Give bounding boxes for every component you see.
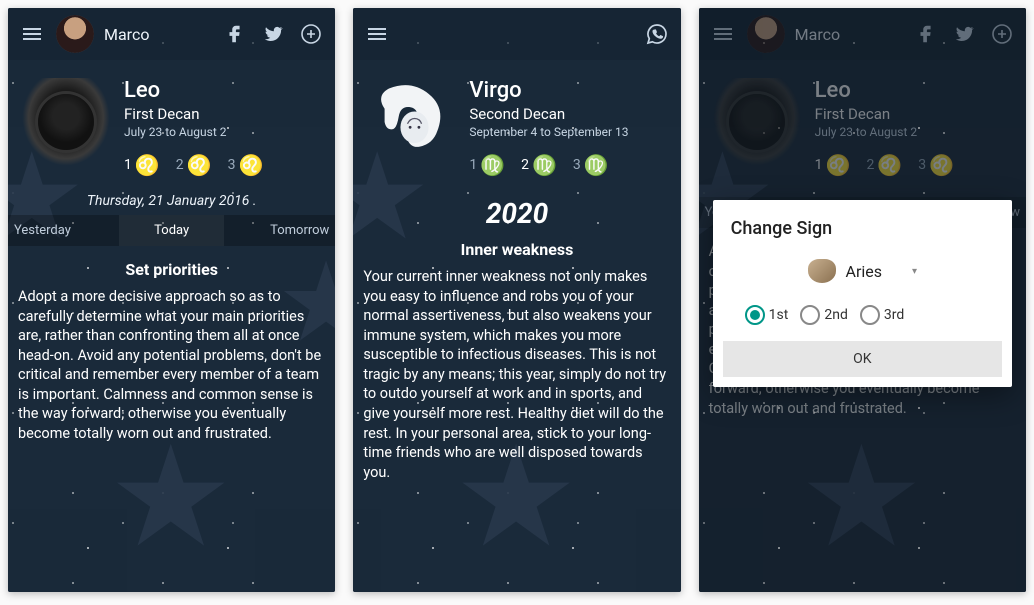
sign-header: Virgo Second Decan September 4 to Septem…: [353, 60, 680, 187]
sign-name: Virgo: [469, 78, 628, 103]
leo-glyph-icon: ♌: [135, 153, 160, 177]
horoscope-body: Set priorities Adopt a more decisive app…: [8, 246, 335, 592]
tab-tomorrow[interactable]: Tomorrow: [224, 215, 335, 246]
aries-illustration: [808, 259, 836, 283]
decan-1[interactable]: 1♍: [469, 153, 505, 177]
username: Marco: [104, 25, 149, 44]
change-sign-dialog: Change Sign Aries ▾ 1st 2nd 3rd: [713, 200, 1012, 387]
day-tabs: Yesterday Today Tomorrow: [8, 215, 335, 246]
decan-label: First Decan: [124, 105, 263, 123]
decan-radio-group: 1st 2nd 3rd: [725, 305, 1000, 325]
selected-sign: Aries: [846, 262, 883, 281]
sign-name: Leo: [124, 78, 263, 103]
horoscope-text: Your current inner weakness not only mak…: [363, 267, 670, 482]
screenshot-change-sign-dialog: ★ ★ Marco Leo First Decan Jul: [699, 8, 1026, 592]
current-date: Thursday, 21 January 2016 .: [8, 187, 335, 215]
virgo-illustration: [367, 78, 455, 166]
top-bar: [353, 8, 680, 60]
facebook-icon[interactable]: [221, 20, 249, 48]
tab-yesterday[interactable]: Yesterday: [8, 215, 119, 246]
leo-illustration: [22, 78, 110, 166]
sign-header: Leo First Decan July 23 to August 2 1♌ 2…: [8, 60, 335, 187]
horoscope-body: Inner weakness Your current inner weakne…: [353, 234, 680, 592]
dialog-title: Change Sign: [725, 218, 1000, 239]
virgo-glyph-icon: ♍: [480, 153, 505, 177]
decan-2[interactable]: 2♍: [521, 153, 557, 177]
avatar[interactable]: [56, 15, 94, 53]
year-label: 2020: [353, 197, 680, 230]
add-icon[interactable]: [297, 20, 325, 48]
decan-1[interactable]: 1♌: [124, 153, 160, 177]
decan-picker: 1♌ 2♌ 3♌: [124, 153, 263, 177]
top-bar: Marco: [8, 8, 335, 60]
screenshot-leo-daily: ★ ★ ★ Marco Leo First Decan: [8, 8, 335, 592]
decan-label: Second Decan: [469, 105, 628, 123]
horoscope-title: Inner weakness: [363, 240, 670, 259]
tab-today[interactable]: Today: [119, 215, 224, 246]
virgo-glyph-icon: ♍: [584, 153, 609, 177]
menu-icon[interactable]: [363, 20, 391, 48]
leo-glyph-icon: ♌: [238, 153, 263, 177]
ok-button[interactable]: OK: [723, 341, 1002, 377]
spinner-mark-icon: ▾: [912, 266, 917, 277]
whatsapp-icon[interactable]: [643, 20, 671, 48]
radio-1st[interactable]: 1st: [745, 305, 789, 325]
horoscope-text: Adopt a more decisive approach so as to …: [18, 287, 325, 444]
radio-2nd[interactable]: 2nd: [800, 305, 848, 325]
virgo-glyph-icon: ♍: [532, 153, 557, 177]
sign-spinner[interactable]: Aries ▾: [725, 259, 1000, 283]
date-range: July 23 to August 2: [124, 125, 263, 139]
decan-picker: 1♍ 2♍ 3♍: [469, 153, 628, 177]
decan-3[interactable]: 3♍: [573, 153, 609, 177]
screenshot-virgo-yearly: ★ ★ Virgo Second: [353, 8, 680, 592]
decan-3[interactable]: 3♌: [228, 153, 264, 177]
horoscope-title: Set priorities: [18, 260, 325, 279]
date-range: September 4 to September 13: [469, 125, 628, 139]
leo-glyph-icon: ♌: [187, 153, 212, 177]
decan-2[interactable]: 2♌: [176, 153, 212, 177]
radio-3rd[interactable]: 3rd: [860, 305, 904, 325]
twitter-icon[interactable]: [259, 20, 287, 48]
menu-icon[interactable]: [18, 20, 46, 48]
